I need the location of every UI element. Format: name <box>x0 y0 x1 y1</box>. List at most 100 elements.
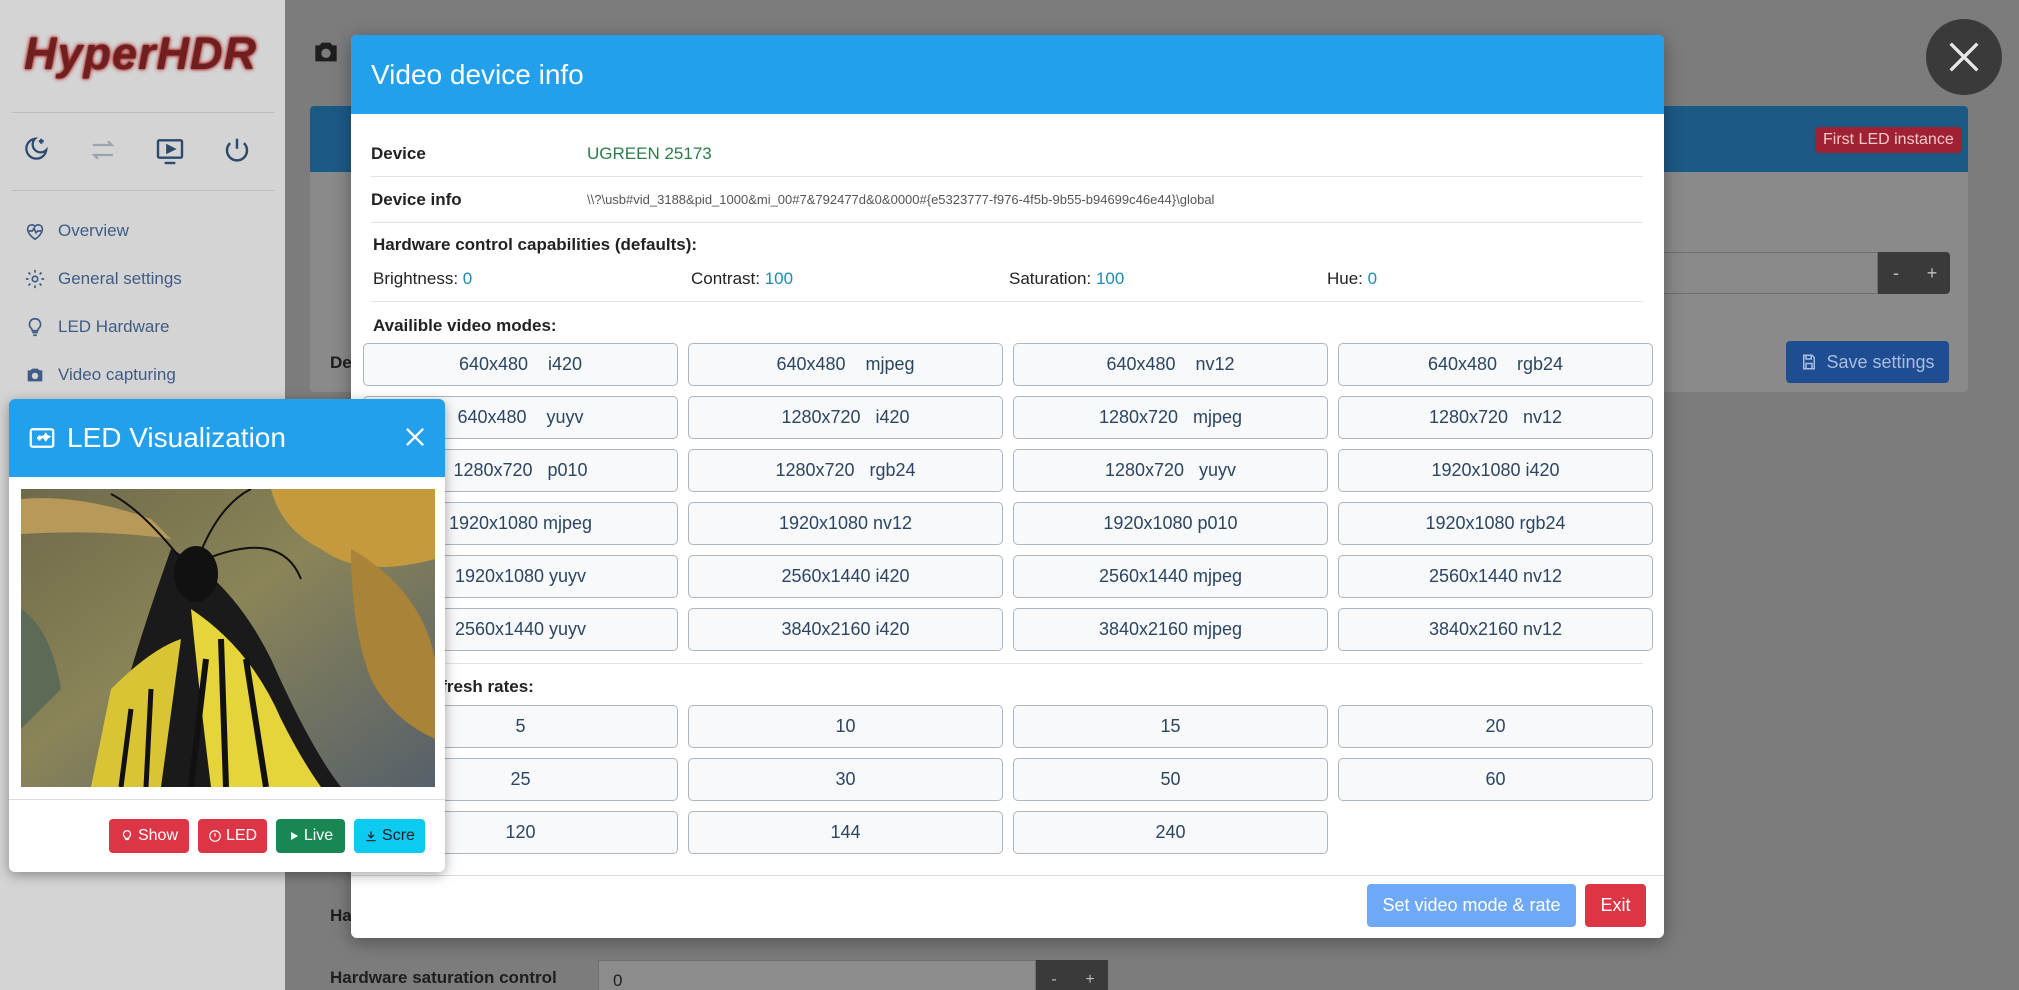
ledviz-led-label: LED <box>225 827 258 844</box>
nav-video-capturing-label: Video capturing <box>58 365 176 384</box>
video-mode-option[interactable]: 2560x1440 mjpeg <box>1013 555 1328 598</box>
nav-led-hardware[interactable]: LED Hardware <box>24 312 170 342</box>
refresh-rate-option[interactable]: 60 <box>1338 758 1653 801</box>
refresh-rate-option[interactable]: 15 <box>1013 705 1328 748</box>
gear-icon <box>25 269 45 289</box>
video-device-info-modal: Video device info Device UGREEN 25173 De… <box>351 35 1664 938</box>
saturation-stepper[interactable]: - + <box>1036 960 1108 990</box>
partial-label-de: De <box>330 353 352 372</box>
floppy-icon <box>1803 354 1816 370</box>
play-icon <box>290 832 298 840</box>
nav-overview-label: Overview <box>58 221 129 240</box>
video-mode-option[interactable]: 1920x1080 p010 <box>1013 502 1328 545</box>
modes-title: Availible video modes: <box>373 316 557 335</box>
refresh-rate-option[interactable]: 30 <box>688 758 1003 801</box>
cap-hue: Hue: 0 <box>1327 269 1378 288</box>
ledviz-screenshot-button[interactable]: Scre <box>354 819 425 853</box>
refresh-rates-grid: 5 10 15 20 25 30 50 60 120 144 240 <box>363 705 1653 854</box>
video-mode-option[interactable]: 640x480 i420 <box>363 343 678 386</box>
instance-badge: First LED instance <box>1815 127 1962 153</box>
save-settings-label: Save settings <box>1826 351 1935 372</box>
video-mode-option[interactable]: 3840x2160 i420 <box>688 608 1003 651</box>
video-mode-option[interactable]: 1920x1080 nv12 <box>688 502 1003 545</box>
ledviz-show-label: Show <box>137 827 179 844</box>
device-row: Device UGREEN 25173 <box>371 131 1643 177</box>
refresh-rate-option[interactable]: 10 <box>688 705 1003 748</box>
page-camera-icon <box>310 36 342 73</box>
device-info-row: Device info \\?\usb#vid_3188&pid_1000&mi… <box>371 177 1643 223</box>
background-input[interactable] <box>1660 252 1878 294</box>
nav-video-capturing[interactable]: Video capturing <box>24 360 176 390</box>
ledviz-close-button[interactable] <box>401 423 429 451</box>
ledviz-led-button[interactable]: LED <box>198 819 267 853</box>
lightbulb-icon <box>122 830 132 841</box>
video-mode-option[interactable]: 2560x1440 i420 <box>688 555 1003 598</box>
nav-general-settings[interactable]: General settings <box>24 264 182 294</box>
ledviz-live-button[interactable]: Live <box>276 819 345 853</box>
modal-header: Video device info <box>351 35 1664 114</box>
saturation-control-label: Hardware saturation control <box>330 968 557 987</box>
close-icon <box>406 428 424 446</box>
caps-title: Hardware control capabilities (defaults)… <box>373 235 698 254</box>
device-label: Device <box>371 143 426 163</box>
led-preview-icon <box>29 428 55 448</box>
ledviz-show-button[interactable]: Show <box>109 819 189 853</box>
background-stepper[interactable]: - + <box>1878 252 1950 294</box>
video-mode-option[interactable]: 1280x720 rgb24 <box>688 449 1003 492</box>
caps-row: Brightness: 0 Contrast: 100 Saturation: … <box>373 269 1645 305</box>
video-mode-option[interactable]: 640x480 nv12 <box>1013 343 1328 386</box>
video-modes-grid: 640x480 i420 640x480 mjpeg 640x480 nv12 640… <box>363 343 1653 651</box>
exit-button[interactable]: Exit <box>1585 884 1646 927</box>
ledviz-screenshot-label: Scre <box>382 827 415 844</box>
refresh-rate-option[interactable]: 240 <box>1013 811 1328 854</box>
video-mode-option[interactable]: 3840x2160 mjpeg <box>1013 608 1328 651</box>
power-circle-icon <box>209 830 221 842</box>
video-mode-option[interactable]: 1280x720 mjpeg <box>1013 396 1328 439</box>
hyperhdr-logo: HyperHDR <box>24 28 258 79</box>
refresh-rate-option[interactable]: 20 <box>1338 705 1653 748</box>
saturation-minus[interactable]: - <box>1036 960 1072 990</box>
saturation-plus[interactable]: + <box>1072 960 1108 990</box>
partial-label-ha: Ha <box>330 906 352 925</box>
switch-instance-icon[interactable] <box>88 135 122 169</box>
caps-divider <box>371 301 1643 302</box>
led-visualization-window: LED Visualization Show LED Live Scre <box>9 399 445 872</box>
modes-divider <box>371 663 1643 664</box>
device-info-value: \\?\usb#vid_3188&pid_1000&mi_00#7&792477… <box>587 192 1215 207</box>
video-mode-option[interactable]: 640x480 rgb24 <box>1338 343 1653 386</box>
close-overlay-button[interactable] <box>1926 19 2002 95</box>
cap-saturation: Saturation: 100 <box>1009 269 1125 288</box>
ledviz-title: LED Visualization <box>67 422 286 453</box>
video-mode-option[interactable]: 1280x720 nv12 <box>1338 396 1653 439</box>
ledviz-header[interactable]: LED Visualization <box>9 399 445 477</box>
download-icon <box>366 831 376 842</box>
cap-contrast: Contrast: 100 <box>691 269 794 288</box>
heart-pulse-icon <box>26 224 44 241</box>
sidebar-toolbar <box>0 135 285 171</box>
power-icon[interactable] <box>222 135 256 169</box>
nav-overview[interactable]: Overview <box>24 216 129 246</box>
stepper-minus[interactable]: - <box>1878 252 1914 294</box>
modal-title: Video device info <box>371 58 584 90</box>
nav-general-settings-label: General settings <box>58 269 182 288</box>
set-video-mode-button[interactable]: Set video mode & rate <box>1367 884 1576 927</box>
video-mode-option[interactable]: 2560x1440 nv12 <box>1338 555 1653 598</box>
device-value: UGREEN 25173 <box>587 143 712 163</box>
refresh-rate-option[interactable]: 50 <box>1013 758 1328 801</box>
close-icon <box>1949 42 1979 72</box>
refresh-rate-option[interactable]: 144 <box>688 811 1003 854</box>
display-icon[interactable] <box>154 135 188 169</box>
video-mode-option[interactable]: 1920x1080 i420 <box>1338 449 1653 492</box>
video-mode-option[interactable]: 3840x2160 nv12 <box>1338 608 1653 651</box>
cap-brightness: Brightness: 0 <box>373 269 473 288</box>
saturation-input[interactable]: 0 <box>598 960 1036 990</box>
stepper-plus[interactable]: + <box>1914 252 1950 294</box>
video-mode-option[interactable]: 1920x1080 rgb24 <box>1338 502 1653 545</box>
night-mode-icon[interactable] <box>20 135 54 169</box>
device-info-label: Device info <box>371 189 462 209</box>
video-mode-option[interactable]: 1280x720 i420 <box>688 396 1003 439</box>
save-settings-button[interactable]: Save settings <box>1786 341 1949 383</box>
video-mode-option[interactable]: 1280x720 yuyv <box>1013 449 1328 492</box>
nav-led-hardware-label: LED Hardware <box>58 317 170 336</box>
video-mode-option[interactable]: 640x480 mjpeg <box>688 343 1003 386</box>
